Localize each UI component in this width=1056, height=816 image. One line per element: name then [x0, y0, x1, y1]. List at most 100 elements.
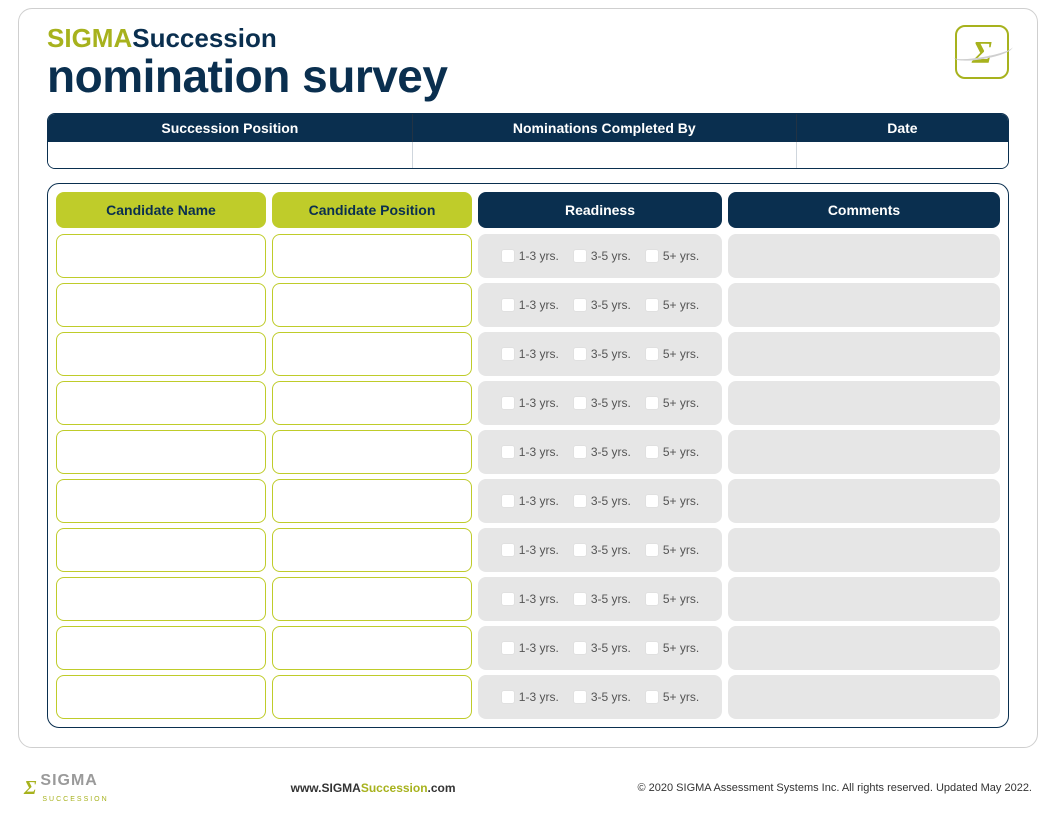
checkbox-icon[interactable] — [501, 445, 515, 459]
footer-url[interactable]: www.SIGMASuccession.com — [291, 781, 456, 795]
checkbox-icon[interactable] — [573, 494, 587, 508]
checkbox-icon[interactable] — [573, 445, 587, 459]
checkbox-icon[interactable] — [645, 494, 659, 508]
checkbox-icon[interactable] — [573, 690, 587, 704]
checkbox-icon[interactable] — [573, 298, 587, 312]
readiness-option-1-3[interactable]: 1-3 yrs. — [501, 347, 559, 361]
checkbox-icon[interactable] — [501, 249, 515, 263]
checkbox-icon[interactable] — [573, 249, 587, 263]
checkbox-icon[interactable] — [501, 396, 515, 410]
checkbox-icon[interactable] — [645, 249, 659, 263]
checkbox-icon[interactable] — [573, 396, 587, 410]
readiness-option-1-3[interactable]: 1-3 yrs. — [501, 592, 559, 606]
readiness-option-1-3[interactable]: 1-3 yrs. — [501, 543, 559, 557]
candidate-position-input[interactable] — [272, 332, 472, 376]
footer-logo: Σ SIGMA SUCCESSION — [24, 772, 109, 804]
readiness-option-1-3[interactable]: 1-3 yrs. — [501, 249, 559, 263]
candidate-name-input[interactable] — [56, 283, 266, 327]
candidate-position-input[interactable] — [272, 577, 472, 621]
readiness-option-5plus[interactable]: 5+ yrs. — [645, 249, 699, 263]
comments-input[interactable] — [728, 283, 1000, 327]
checkbox-icon[interactable] — [645, 592, 659, 606]
comments-input[interactable] — [728, 528, 1000, 572]
candidate-name-input[interactable] — [56, 479, 266, 523]
candidate-name-input[interactable] — [56, 675, 266, 719]
readiness-option-5plus[interactable]: 5+ yrs. — [645, 445, 699, 459]
readiness-option-3-5[interactable]: 3-5 yrs. — [573, 249, 631, 263]
checkbox-icon[interactable] — [645, 445, 659, 459]
readiness-option-3-5[interactable]: 3-5 yrs. — [573, 298, 631, 312]
checkbox-icon[interactable] — [501, 543, 515, 557]
readiness-option-3-5[interactable]: 3-5 yrs. — [573, 543, 631, 557]
comments-input[interactable] — [728, 479, 1000, 523]
input-completed-by[interactable] — [413, 142, 797, 168]
checkbox-icon[interactable] — [645, 641, 659, 655]
readiness-option-3-5[interactable]: 3-5 yrs. — [573, 641, 631, 655]
candidate-position-input[interactable] — [272, 479, 472, 523]
checkbox-icon[interactable] — [573, 543, 587, 557]
checkbox-icon[interactable] — [501, 690, 515, 704]
readiness-option-3-5[interactable]: 3-5 yrs. — [573, 592, 631, 606]
candidate-name-input[interactable] — [56, 577, 266, 621]
candidate-name-input[interactable] — [56, 234, 266, 278]
checkbox-icon[interactable] — [573, 347, 587, 361]
checkbox-icon[interactable] — [501, 494, 515, 508]
readiness-option-3-5[interactable]: 3-5 yrs. — [573, 494, 631, 508]
checkbox-icon[interactable] — [501, 298, 515, 312]
checkbox-icon[interactable] — [501, 347, 515, 361]
readiness-option-5plus[interactable]: 5+ yrs. — [645, 396, 699, 410]
readiness-option-1-3[interactable]: 1-3 yrs. — [501, 298, 559, 312]
table-row: 1-3 yrs. 3-5 yrs. 5+ yrs. — [56, 234, 1000, 278]
checkbox-icon[interactable] — [645, 543, 659, 557]
candidate-name-input[interactable] — [56, 430, 266, 474]
readiness-option-3-5[interactable]: 3-5 yrs. — [573, 347, 631, 361]
readiness-option-1-3[interactable]: 1-3 yrs. — [501, 641, 559, 655]
checkbox-icon[interactable] — [573, 641, 587, 655]
sigma-logo-badge: Σ — [955, 25, 1009, 79]
readiness-option-3-5[interactable]: 3-5 yrs. — [573, 396, 631, 410]
table-row: 1-3 yrs. 3-5 yrs. 5+ yrs. — [56, 479, 1000, 523]
readiness-option-5plus[interactable]: 5+ yrs. — [645, 347, 699, 361]
checkbox-icon[interactable] — [573, 592, 587, 606]
candidate-name-input[interactable] — [56, 332, 266, 376]
readiness-option-5plus[interactable]: 5+ yrs. — [645, 690, 699, 704]
readiness-option-1-3[interactable]: 1-3 yrs. — [501, 396, 559, 410]
comments-input[interactable] — [728, 381, 1000, 425]
candidate-position-input[interactable] — [272, 234, 472, 278]
candidate-position-input[interactable] — [272, 381, 472, 425]
checkbox-icon[interactable] — [645, 690, 659, 704]
readiness-option-5plus[interactable]: 5+ yrs. — [645, 298, 699, 312]
comments-input[interactable] — [728, 430, 1000, 474]
candidate-position-input[interactable] — [272, 626, 472, 670]
footer-logo-text: SIGMA — [40, 772, 97, 789]
checkbox-icon[interactable] — [645, 298, 659, 312]
readiness-option-5plus[interactable]: 5+ yrs. — [645, 641, 699, 655]
input-date[interactable] — [797, 142, 1008, 168]
comments-input[interactable] — [728, 675, 1000, 719]
checkbox-icon[interactable] — [645, 347, 659, 361]
comments-input[interactable] — [728, 234, 1000, 278]
comments-input[interactable] — [728, 577, 1000, 621]
candidate-position-input[interactable] — [272, 430, 472, 474]
candidate-position-input[interactable] — [272, 675, 472, 719]
comments-input[interactable] — [728, 332, 1000, 376]
header-candidate-name: Candidate Name — [56, 192, 266, 228]
readiness-option-1-3[interactable]: 1-3 yrs. — [501, 494, 559, 508]
checkbox-icon[interactable] — [501, 641, 515, 655]
candidate-name-input[interactable] — [56, 528, 266, 572]
comments-input[interactable] — [728, 626, 1000, 670]
readiness-option-3-5[interactable]: 3-5 yrs. — [573, 690, 631, 704]
readiness-option-5plus[interactable]: 5+ yrs. — [645, 494, 699, 508]
candidate-name-input[interactable] — [56, 626, 266, 670]
readiness-option-1-3[interactable]: 1-3 yrs. — [501, 690, 559, 704]
input-succession-position[interactable] — [48, 142, 413, 168]
readiness-option-3-5[interactable]: 3-5 yrs. — [573, 445, 631, 459]
readiness-option-5plus[interactable]: 5+ yrs. — [645, 592, 699, 606]
candidate-position-input[interactable] — [272, 528, 472, 572]
checkbox-icon[interactable] — [501, 592, 515, 606]
candidate-position-input[interactable] — [272, 283, 472, 327]
checkbox-icon[interactable] — [645, 396, 659, 410]
readiness-option-1-3[interactable]: 1-3 yrs. — [501, 445, 559, 459]
readiness-option-5plus[interactable]: 5+ yrs. — [645, 543, 699, 557]
candidate-name-input[interactable] — [56, 381, 266, 425]
